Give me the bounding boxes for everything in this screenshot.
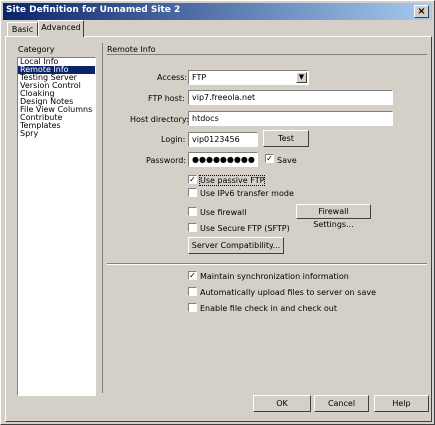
host-directory-label: Host directory: xyxy=(130,115,189,124)
category-item-spry[interactable]: Spry xyxy=(18,130,95,138)
category-divider xyxy=(102,43,103,393)
use-ipv6-checkbox[interactable] xyxy=(188,188,197,197)
close-button[interactable]: × xyxy=(414,5,429,18)
site-definition-dialog: Site Definition for Unnamed Site 2 × Bas… xyxy=(0,0,435,425)
access-label: Access: xyxy=(157,73,188,82)
ok-button[interactable]: OK xyxy=(253,395,311,412)
use-ipv6-label: Use IPv6 transfer mode xyxy=(200,189,294,198)
help-button[interactable]: Help xyxy=(374,395,429,412)
access-select[interactable]: FTP ▼ xyxy=(188,70,309,85)
use-passive-ftp-checkbox[interactable]: ✓ xyxy=(188,175,197,184)
save-checkbox[interactable]: ✓ xyxy=(265,154,274,163)
section-heading: Remote Info xyxy=(107,45,156,54)
use-sftp-label: Use Secure FTP (SFTP) xyxy=(200,224,290,233)
use-firewall-label: Use firewall xyxy=(200,208,247,217)
heading-divider xyxy=(107,54,427,55)
tab-basic[interactable]: Basic xyxy=(7,22,38,37)
auto-upload-label: Automatically upload files to server on … xyxy=(200,288,377,297)
ftp-host-label: FTP host: xyxy=(148,94,185,103)
ftp-host-input[interactable]: vip7.freeola.net xyxy=(188,90,393,105)
maintain-sync-label: Maintain synchronization information xyxy=(200,272,349,281)
use-firewall-checkbox[interactable] xyxy=(188,207,197,216)
test-button[interactable]: Test xyxy=(263,130,309,147)
tab-advanced[interactable]: Advanced xyxy=(38,20,84,37)
password-label: Password: xyxy=(146,156,187,165)
password-input[interactable]: ●●●●●●●●● xyxy=(188,152,258,167)
use-sftp-checkbox[interactable] xyxy=(188,223,197,232)
firewall-settings-button[interactable]: Firewall Settings... xyxy=(296,204,371,229)
cancel-button[interactable]: Cancel xyxy=(314,395,369,412)
use-passive-ftp-label: Use passive FTP xyxy=(198,175,266,186)
auto-upload-checkbox[interactable] xyxy=(188,287,197,296)
dialog-title: Site Definition for Unnamed Site 2 xyxy=(6,5,181,15)
login-label: Login: xyxy=(161,135,186,144)
checkin-checkbox[interactable] xyxy=(188,303,197,312)
title-bar: Site Definition for Unnamed Site 2 × xyxy=(3,3,432,20)
checkin-label: Enable file check in and check out xyxy=(200,304,337,313)
category-heading: Category xyxy=(18,45,55,54)
save-label: Save xyxy=(277,156,297,165)
section-divider-highlight xyxy=(107,264,427,265)
access-value: FTP xyxy=(192,73,207,82)
host-directory-input[interactable]: htdocs xyxy=(188,111,393,126)
category-list[interactable]: Local Info Remote Info Testing Server Ve… xyxy=(17,57,96,396)
server-compatibility-button[interactable]: Server Compatibility... xyxy=(188,237,284,254)
login-input[interactable]: vip0123456 xyxy=(188,132,258,147)
maintain-sync-checkbox[interactable]: ✓ xyxy=(188,271,197,280)
chevron-down-icon[interactable]: ▼ xyxy=(296,72,307,83)
